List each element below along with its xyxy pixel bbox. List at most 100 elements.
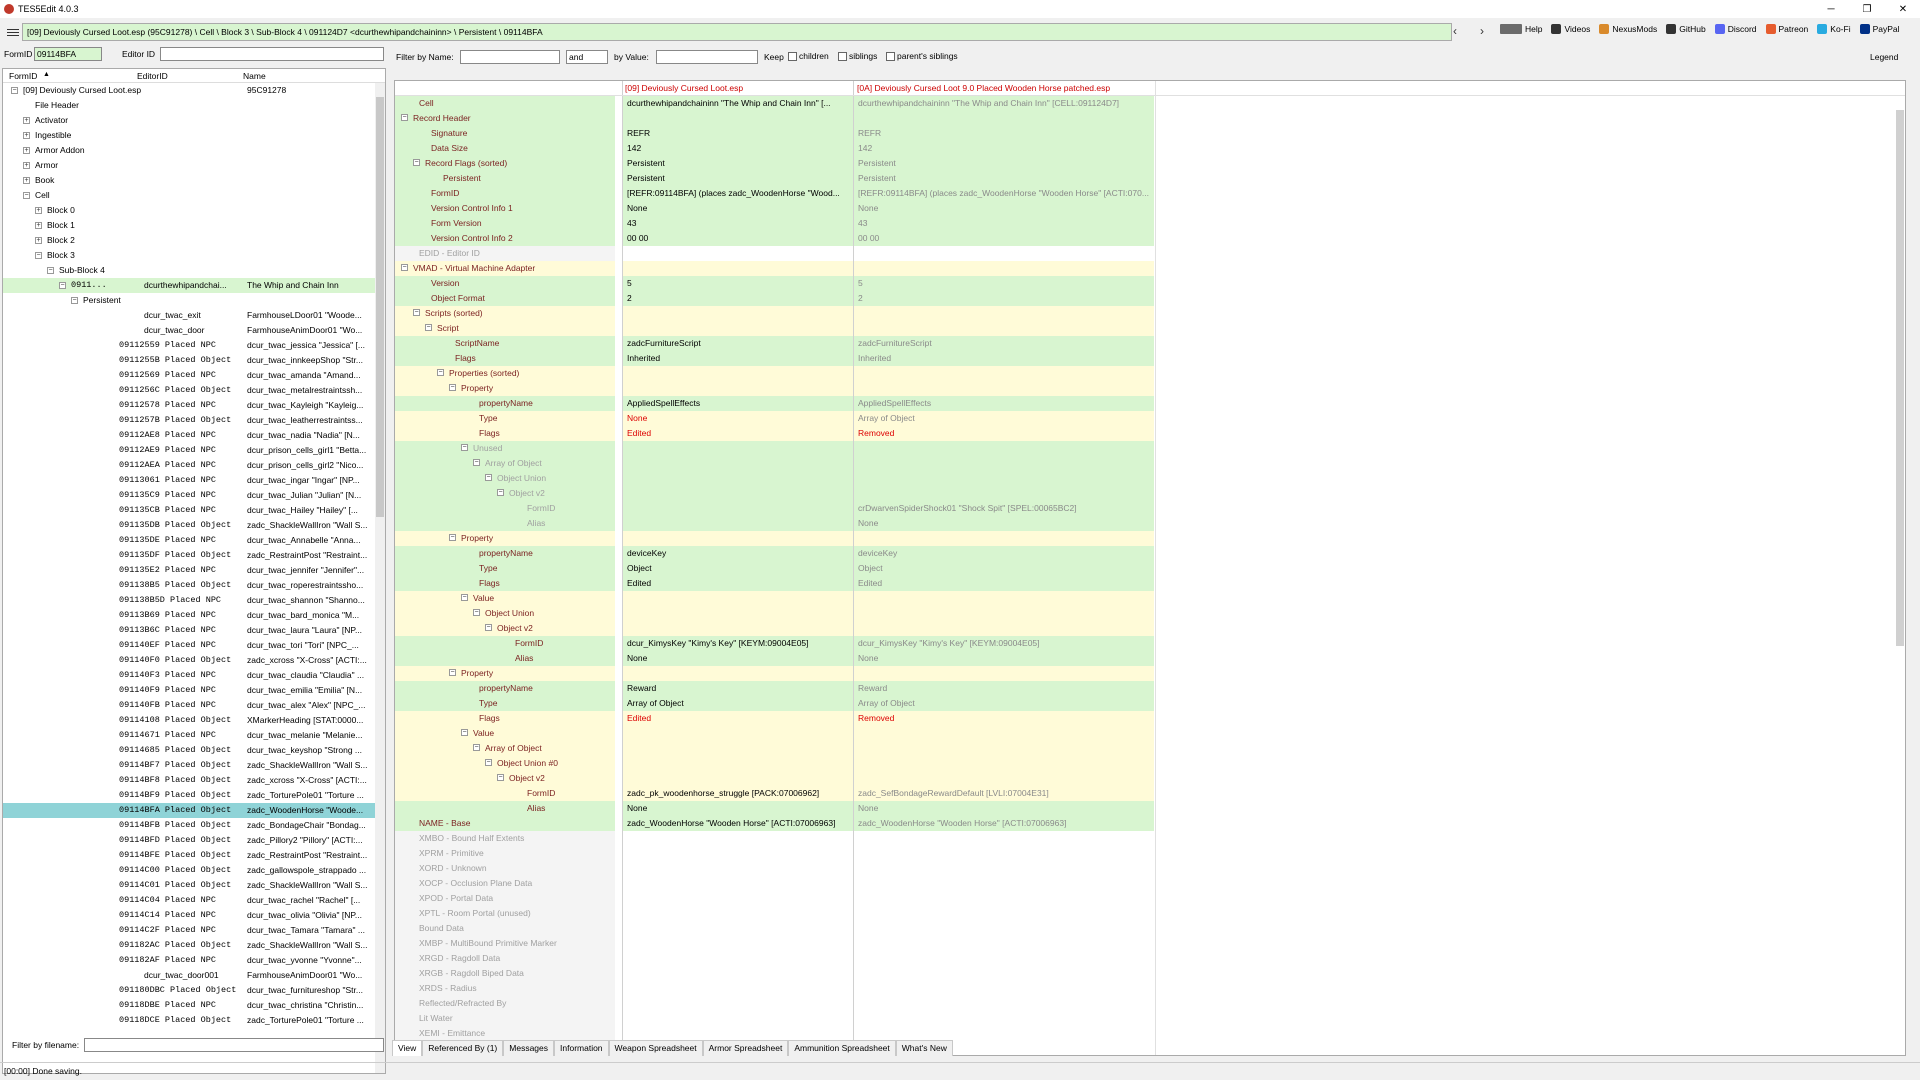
tree-row[interactable]: 091140EF Placed NPC dcur_twac_tori "Tori"… (3, 638, 385, 653)
toolbar-link-nexusmods[interactable]: NexusMods (1599, 24, 1657, 34)
restore-icon[interactable]: ❐ (1852, 0, 1882, 18)
legend-button[interactable]: Legend (1870, 52, 1898, 62)
collapse-icon[interactable]: − (461, 444, 468, 451)
tree-row[interactable]: File Header (3, 98, 385, 113)
value-plugin-1[interactable] (623, 261, 853, 276)
collapse-icon[interactable]: − (449, 534, 456, 541)
record-field-row[interactable]: Alias None (395, 516, 1905, 531)
value-plugin-2[interactable] (854, 1011, 1154, 1026)
record-field-row[interactable]: − Array of Object (395, 456, 1905, 471)
value-plugin-2[interactable]: zadc_SefBondageRewardDefault [LVLI:07004… (854, 786, 1154, 801)
value-plugin-1[interactable]: None (623, 411, 853, 426)
value-plugin-2[interactable] (854, 381, 1154, 396)
record-field-row[interactable]: propertyName deviceKey deviceKey (395, 546, 1905, 561)
tree-row[interactable]: − Persistent (3, 293, 385, 308)
value-plugin-1[interactable] (623, 996, 853, 1011)
record-field-row[interactable]: − Array of Object (395, 741, 1905, 756)
value-plugin-1[interactable] (623, 531, 853, 546)
record-field-row[interactable]: − Value (395, 591, 1905, 606)
value-plugin-1[interactable] (623, 831, 853, 846)
value-plugin-1[interactable]: REFR (623, 126, 853, 141)
value-plugin-2[interactable] (854, 441, 1154, 456)
record-field-row[interactable]: FormID dcur_KimysKey "Kimy's Key" [KEYM:0… (395, 636, 1905, 651)
value-plugin-1[interactable] (623, 966, 853, 981)
tree-row[interactable]: 09113061 Placed NPC dcur_twac_ingar "Inga… (3, 473, 385, 488)
value-plugin-1[interactable]: [REFR:09114BFA] (places zadc_WoodenHorse… (623, 186, 853, 201)
tab-weapon-spreadsheet[interactable]: Weapon Spreadsheet (608, 1040, 703, 1056)
value-plugin-2[interactable] (854, 726, 1154, 741)
record-field-row[interactable]: FormID [REFR:09114BFA] (places zadc_Woode… (395, 186, 1905, 201)
expand-icon[interactable]: + (23, 162, 30, 169)
value-plugin-2[interactable] (854, 306, 1154, 321)
value-plugin-2[interactable] (854, 606, 1154, 621)
collapse-icon[interactable]: − (413, 159, 420, 166)
record-field-row[interactable]: XOCP - Occlusion Plane Data (395, 876, 1905, 891)
tree-row[interactable]: 09112569 Placed NPC dcur_twac_amanda "Ama… (3, 368, 385, 383)
tree-row[interactable]: + Ingestible (3, 128, 385, 143)
value-plugin-2[interactable]: None (854, 801, 1154, 816)
expand-icon[interactable]: + (35, 207, 42, 214)
value-plugin-2[interactable] (854, 771, 1154, 786)
value-plugin-1[interactable] (623, 366, 853, 381)
tree-row[interactable]: 09114685 Placed Object dcur_twac_keyshop … (3, 743, 385, 758)
tree-row[interactable]: 091140F9 Placed NPC dcur_twac_emilia "Emi… (3, 683, 385, 698)
tab-information[interactable]: Information (554, 1040, 609, 1056)
tree-row[interactable]: 09114BF7 Placed Object zadc_ShackleWallIr… (3, 758, 385, 773)
tab-ammunition-spreadsheet[interactable]: Ammunition Spreadsheet (788, 1040, 896, 1056)
col-plugin-2-header[interactable]: [0A] Deviously Cursed Loot 9.0 Placed Wo… (857, 81, 1110, 96)
record-field-row[interactable]: ScriptName zadcFurnitureScript zadcFurnitu… (395, 336, 1905, 351)
tree-scrollbar[interactable] (375, 83, 385, 1073)
tree-row[interactable]: 09114C01 Placed Object zadc_ShackleWallIr… (3, 878, 385, 893)
filter-name-input[interactable] (460, 50, 560, 64)
expand-icon[interactable]: + (23, 132, 30, 139)
tree-row[interactable]: 09114C2F Placed NPC dcur_twac_Tamara "Tam… (3, 923, 385, 938)
keep-parents-siblings-checkbox[interactable]: parent's siblings (886, 51, 958, 62)
record-field-row[interactable]: − Object Union (395, 471, 1905, 486)
collapse-icon[interactable]: − (473, 459, 480, 466)
expand-icon[interactable]: + (35, 237, 42, 244)
value-plugin-1[interactable] (623, 606, 853, 621)
tree-row[interactable]: 0911257B Placed Object dcur_twac_leatherr… (3, 413, 385, 428)
value-plugin-2[interactable]: 5 (854, 276, 1154, 291)
record-field-row[interactable]: Form Version 43 43 (395, 216, 1905, 231)
record-field-row[interactable]: − Record Header (395, 111, 1905, 126)
collapse-icon[interactable]: − (47, 267, 54, 274)
record-field-row[interactable]: − Scripts (sorted) (395, 306, 1905, 321)
tree-row-selected[interactable]: 09114BFA Placed Object zadc_WoodenHorse "… (3, 803, 385, 818)
value-plugin-2[interactable]: None (854, 651, 1154, 666)
value-plugin-1[interactable]: Persistent (623, 171, 853, 186)
record-field-row[interactable]: Version Control Info 1 None None (395, 201, 1905, 216)
record-field-row[interactable]: EDID - Editor ID (395, 246, 1905, 261)
value-plugin-2[interactable]: Persistent (854, 171, 1154, 186)
value-plugin-2[interactable] (854, 471, 1154, 486)
tree-row[interactable]: 09113B6C Placed NPC dcur_twac_laura "Laur… (3, 623, 385, 638)
by-value-input[interactable] (656, 50, 758, 64)
tree-row[interactable]: 09118DCE Placed Object zadc_TorturePole01… (3, 1013, 385, 1028)
filename-filter-input[interactable] (84, 1038, 384, 1052)
collapse-icon[interactable]: − (23, 192, 30, 199)
tree-row[interactable]: 09113B69 Placed NPC dcur_twac_bard_monica… (3, 608, 385, 623)
value-plugin-2[interactable]: 142 (854, 141, 1154, 156)
value-plugin-2[interactable] (854, 831, 1154, 846)
value-plugin-2[interactable]: Inherited (854, 351, 1154, 366)
tree-row[interactable]: 09112AEA Placed NPC dcur_prison_cells_gir… (3, 458, 385, 473)
record-field-row[interactable]: Bound Data (395, 921, 1905, 936)
record-field-row[interactable]: Type None Array of Object (395, 411, 1905, 426)
value-plugin-1[interactable]: 43 (623, 216, 853, 231)
value-plugin-1[interactable] (623, 321, 853, 336)
collapse-icon[interactable]: − (449, 384, 456, 391)
collapse-icon[interactable]: − (485, 474, 492, 481)
value-plugin-1[interactable] (623, 861, 853, 876)
tree-row[interactable]: 09114108 Placed Object XMarkerHeading [ST… (3, 713, 385, 728)
value-plugin-2[interactable] (854, 936, 1154, 951)
value-plugin-2[interactable]: Array of Object (854, 411, 1154, 426)
record-field-row[interactable]: Persistent Persistent Persistent (395, 171, 1905, 186)
value-plugin-1[interactable]: 00 00 (623, 231, 853, 246)
value-plugin-1[interactable]: Inherited (623, 351, 853, 366)
tab-armor-spreadsheet[interactable]: Armor Spreadsheet (702, 1040, 789, 1056)
tree-row[interactable]: −0911... dcurthewhipandchai... The Whip an… (3, 278, 385, 293)
value-plugin-2[interactable]: Object (854, 561, 1154, 576)
record-field-row[interactable]: XRDS - Radius (395, 981, 1905, 996)
collapse-icon[interactable]: − (413, 309, 420, 316)
collapse-icon[interactable]: − (401, 114, 408, 121)
